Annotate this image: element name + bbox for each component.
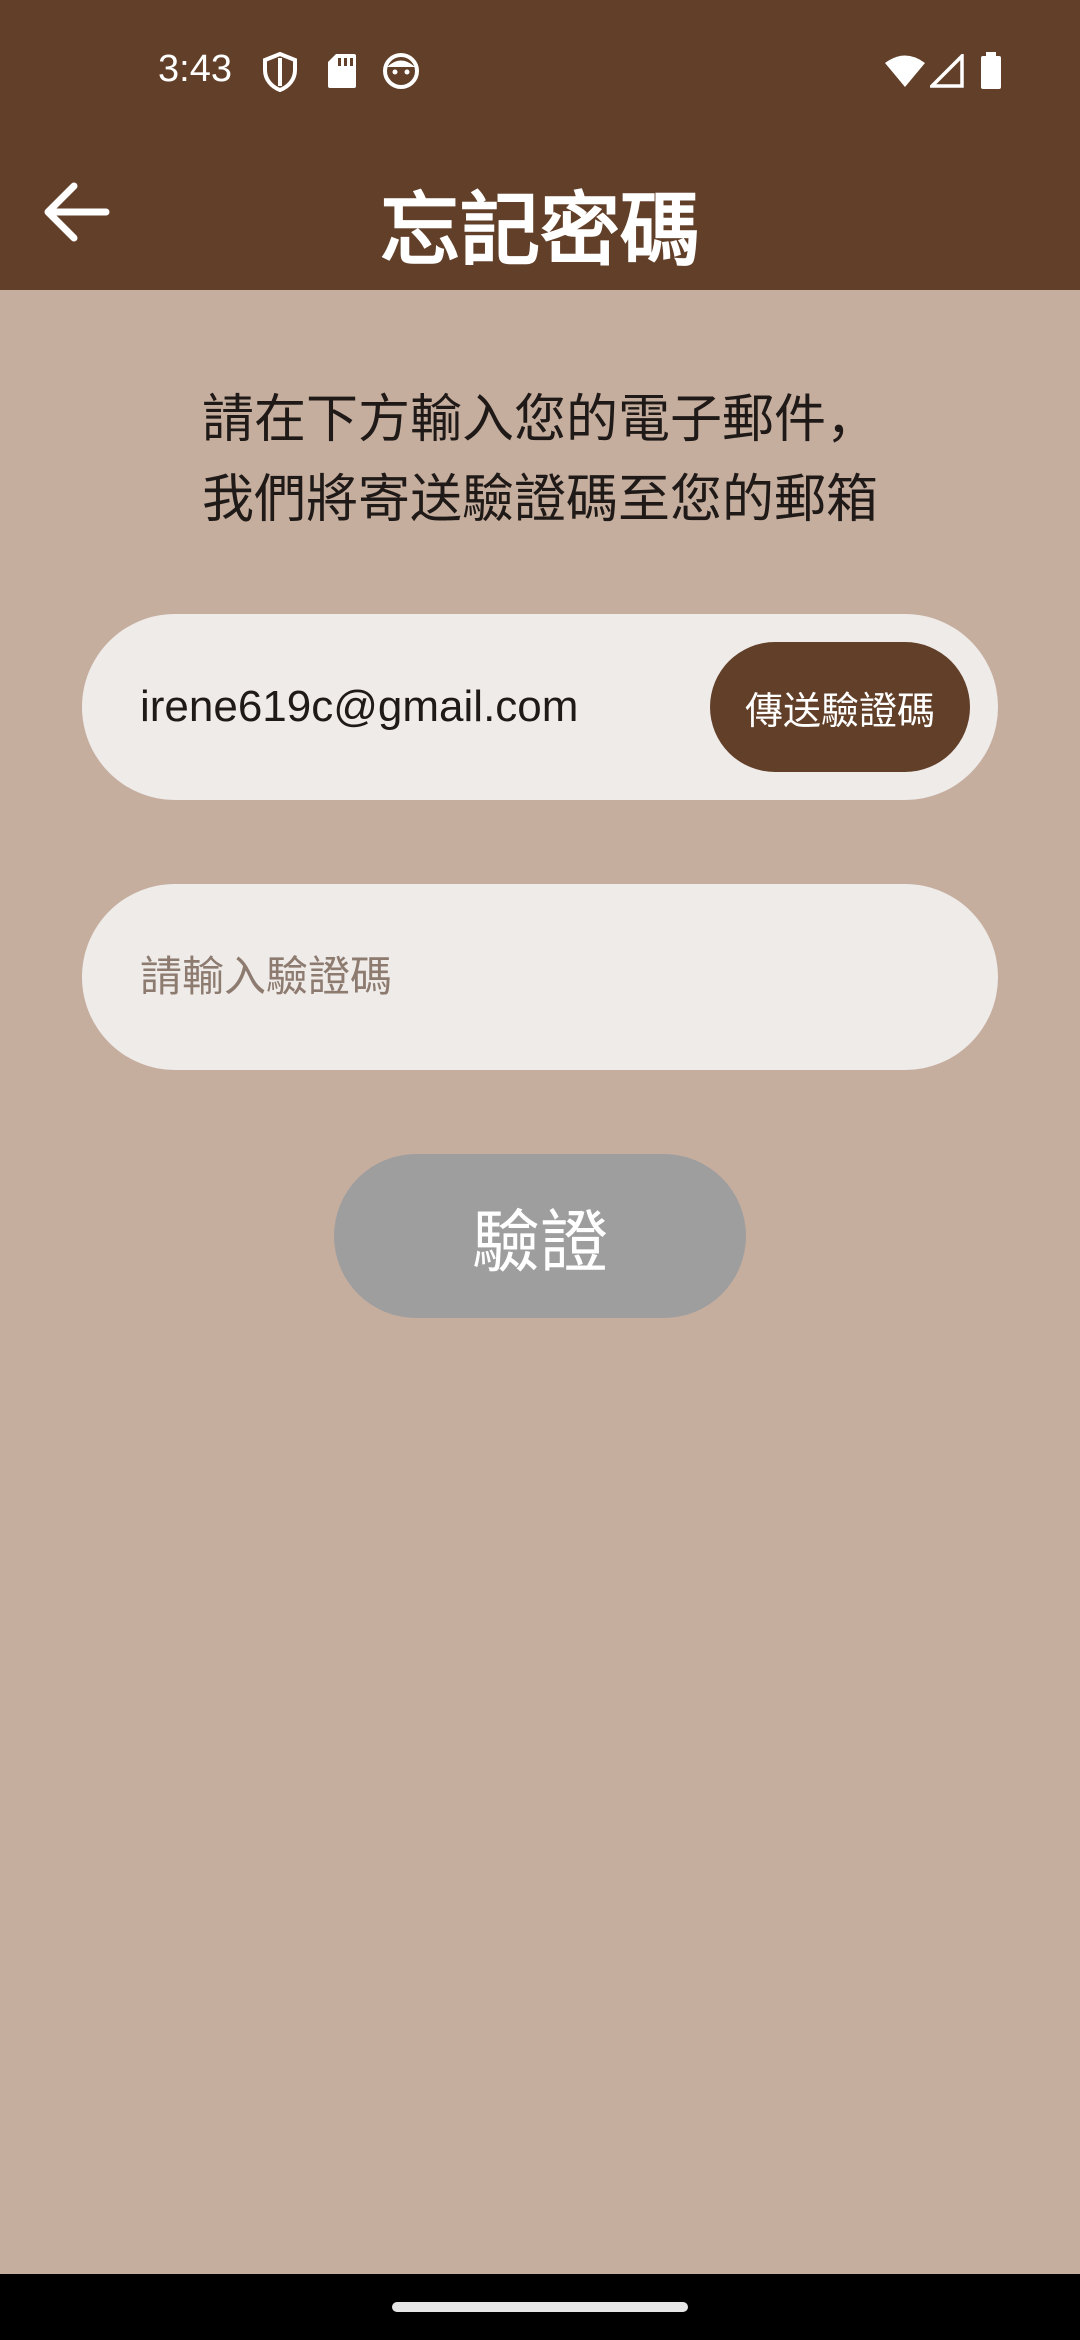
instruction-line-1: 請在下方輸入您的電子郵件， xyxy=(201,390,878,450)
send-code-button[interactable]: 傳送驗證碼 xyxy=(710,642,970,772)
shield-icon xyxy=(262,51,298,96)
sd-card-icon xyxy=(326,52,358,94)
verify-button[interactable]: 驗證 xyxy=(334,1154,746,1318)
email-value[interactable]: irene619c@gmail.com xyxy=(140,614,578,800)
verification-code-field[interactable]: 請輸入驗證碼 xyxy=(82,884,998,1070)
wifi-icon xyxy=(884,54,926,92)
app-bar: 3:43 忘記密碼 xyxy=(0,0,1080,290)
signal-icon xyxy=(927,51,964,92)
status-time: 3:43 xyxy=(158,48,232,90)
page-title: 忘記密碼 xyxy=(380,184,700,277)
instruction-line-2: 我們將寄送驗證碼至您的郵箱 xyxy=(201,470,878,530)
home-indicator[interactable] xyxy=(392,2302,688,2312)
verification-code-placeholder[interactable]: 請輸入驗證碼 xyxy=(140,884,392,1070)
face-icon xyxy=(382,52,420,94)
instruction-text: 請在下方輸入您的電子郵件， 我們將寄送驗證碼至您的郵箱 xyxy=(0,380,1080,540)
status-bar: 3:43 xyxy=(0,0,1080,140)
battery-icon xyxy=(980,52,1002,94)
email-field[interactable]: irene619c@gmail.com 傳送驗證碼 xyxy=(82,614,998,800)
